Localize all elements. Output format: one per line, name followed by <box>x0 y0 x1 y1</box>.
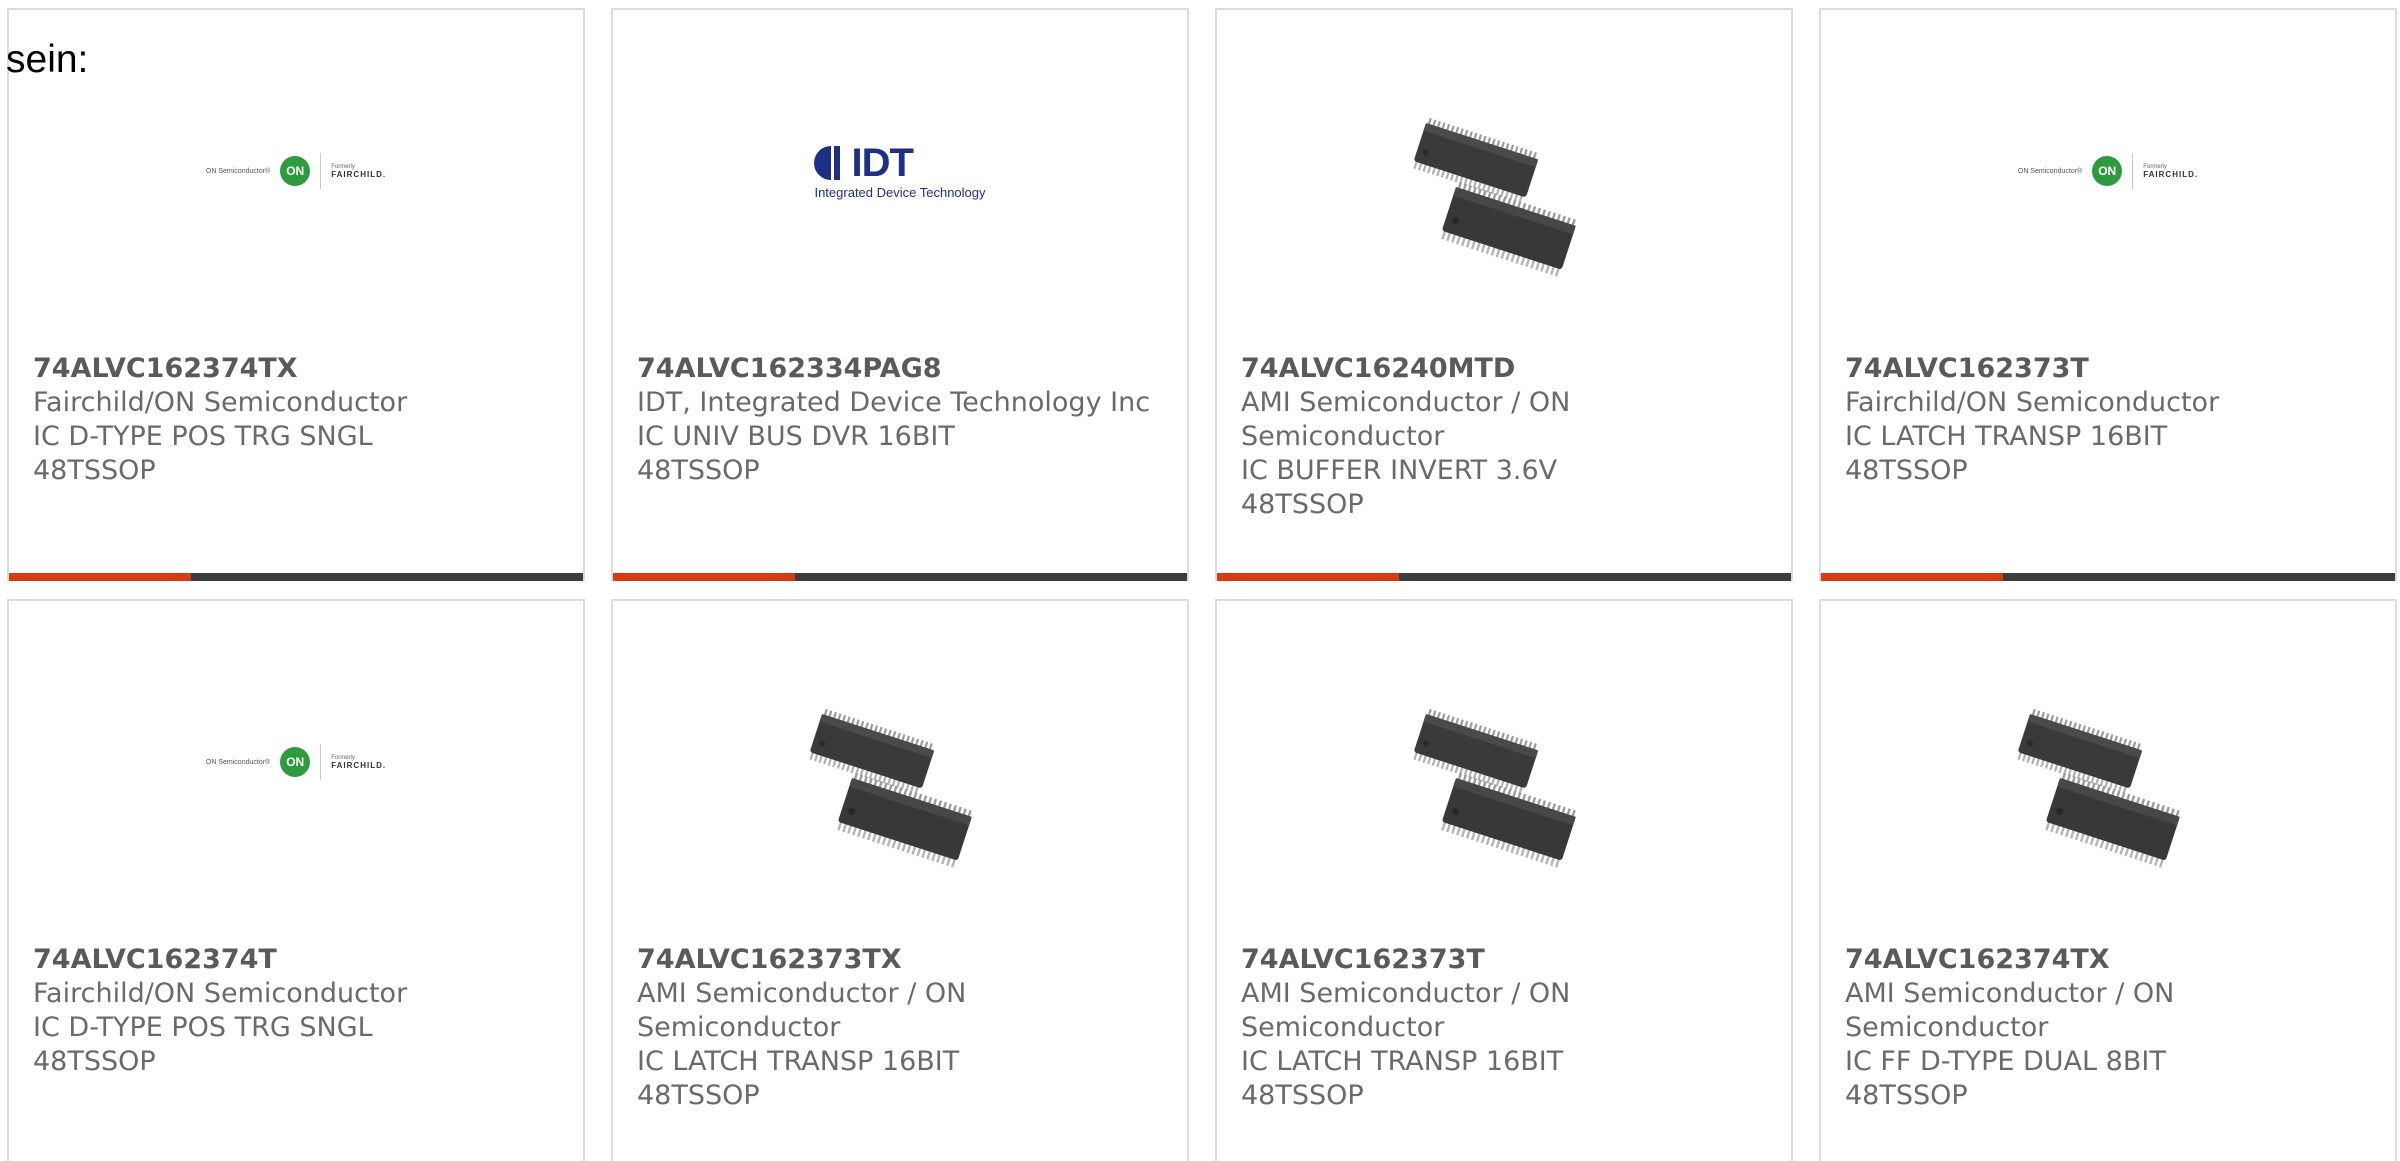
part-number[interactable]: 74ALVC162373TX <box>637 943 1163 977</box>
part-description: IC BUFFER INVERT 3.6V <box>1241 455 1558 486</box>
tssop-chip-photo <box>1217 669 1791 879</box>
logo-fairchild: FAIRCHILD. <box>331 169 387 179</box>
intro-text: sein: <box>6 38 89 81</box>
manufacturer-name: AMI Semiconductor / ON Semiconductor <box>1241 387 1571 452</box>
onsemi-fairchild-logo: ON Semiconductor® ON Formerly FAIRCHILD. <box>9 669 583 879</box>
card-accent-bar <box>1821 573 2003 581</box>
package-type: 48TSSOP <box>1241 489 1364 520</box>
part-description: IC D-TYPE POS TRG SNGL <box>33 1012 373 1043</box>
part-description: IC LATCH TRANSP 16BIT <box>1845 421 2168 452</box>
manufacturer-name: AMI Semiconductor / ON Semiconductor <box>637 978 967 1043</box>
package-type: 48TSSOP <box>33 455 156 486</box>
on-logo-icon: ON <box>280 747 311 777</box>
manufacturer-logo: ON Semiconductor® ON Formerly FAIRCHILD. <box>206 153 386 189</box>
tssop-chip-photo <box>1821 669 2395 879</box>
package-type: 48TSSOP <box>1845 1080 1968 1111</box>
card-details: 74ALVC162374TX Fairchild/ON Semiconductor… <box>33 352 559 488</box>
part-description: IC D-TYPE POS TRG SNGL <box>33 421 373 452</box>
card-bottom-bar <box>1217 573 1791 581</box>
on-logo-icon: ON <box>280 156 311 186</box>
card-details: 74ALVC162374T Fairchild/ON Semiconductor I… <box>33 943 559 1079</box>
manufacturer-name: Fairchild/ON Semiconductor <box>33 387 408 418</box>
card-bottom-bar <box>613 573 1187 581</box>
product-card[interactable]: 74ALVC162373T AMI Semiconductor / ON Semi… <box>1215 599 1793 1161</box>
product-card[interactable]: ON Semiconductor® ON Formerly FAIRCHILD. 74A… <box>1819 8 2397 581</box>
logo-divider <box>320 153 322 189</box>
part-description: IC LATCH TRANSP 16BIT <box>637 1046 960 1077</box>
card-bottom-bar <box>1821 573 2395 581</box>
chip-package-icon <box>809 708 972 868</box>
package-type: 48TSSOP <box>1845 455 1968 486</box>
product-card[interactable]: ON Semiconductor® ON Formerly FAIRCHILD. 74A… <box>7 8 585 581</box>
card-accent-bar <box>613 573 795 581</box>
idt-mark-icon <box>814 145 841 180</box>
part-description: IC LATCH TRANSP 16BIT <box>1241 1046 1564 1077</box>
chip-package-icon <box>1413 708 1576 868</box>
manufacturer-name: IDT, Integrated Device Technology Inc <box>637 387 1151 418</box>
card-accent-bar <box>1217 573 1399 581</box>
logo-divider <box>2132 153 2134 189</box>
product-card[interactable]: IDT Integrated Device Technology 74ALVC162… <box>611 8 1189 581</box>
manufacturer-logo: IDT Integrated Device Technology <box>814 140 986 200</box>
card-details: 74ALVC162334PAG8 IDT, Integrated Device T… <box>637 352 1163 488</box>
card-details: 74ALVC16240MTD AMI Semiconductor / ON Sem… <box>1241 352 1767 522</box>
onsemi-fairchild-logo: ON Semiconductor® ON Formerly FAIRCHILD. <box>1821 78 2395 288</box>
card-details: 74ALVC162374TX AMI Semiconductor / ON Sem… <box>1845 943 2371 1113</box>
manufacturer-name: Fairchild/ON Semiconductor <box>1845 387 2220 418</box>
manufacturer-name: AMI Semiconductor / ON Semiconductor <box>1845 978 2175 1043</box>
part-description: IC FF D-TYPE DUAL 8BIT <box>1845 1046 2166 1077</box>
logo-divider <box>320 744 322 780</box>
card-bottom-bar <box>9 573 583 581</box>
card-details: 74ALVC162373T AMI Semiconductor / ON Semi… <box>1241 943 1767 1113</box>
chip-package-icon <box>1413 117 1576 277</box>
chip-package-icon <box>2017 708 2180 868</box>
logo-fairchild: FAIRCHILD. <box>2143 169 2199 179</box>
logo-on-text: ON Semiconductor® <box>2017 167 2083 175</box>
idt-logo: IDT Integrated Device Technology <box>613 78 1187 288</box>
part-number[interactable]: 74ALVC162373T <box>1845 352 2371 386</box>
product-grid: ON Semiconductor® ON Formerly FAIRCHILD. 74A… <box>7 8 2397 1161</box>
card-details: 74ALVC162373TX AMI Semiconductor / ON Sem… <box>637 943 1163 1113</box>
on-logo-icon: ON <box>2092 156 2123 186</box>
part-number[interactable]: 74ALVC16240MTD <box>1241 352 1767 386</box>
package-type: 48TSSOP <box>33 1046 156 1077</box>
tssop-chip-photo <box>1217 78 1791 288</box>
part-number[interactable]: 74ALVC162373T <box>1241 943 1767 977</box>
product-card[interactable]: 74ALVC16240MTD AMI Semiconductor / ON Sem… <box>1215 8 1793 581</box>
onsemi-fairchild-logo: ON Semiconductor® ON Formerly FAIRCHILD. <box>9 78 583 288</box>
tssop-chip-photo <box>613 669 1187 879</box>
part-number[interactable]: 74ALVC162334PAG8 <box>637 352 1163 386</box>
fairchild-logo: Formerly FAIRCHILD. <box>331 755 386 770</box>
manufacturer-logo: ON Semiconductor® ON Formerly FAIRCHILD. <box>2018 153 2198 189</box>
part-number[interactable]: 74ALVC162374T <box>33 943 559 977</box>
product-card[interactable]: 74ALVC162374TX AMI Semiconductor / ON Sem… <box>1819 599 2397 1161</box>
manufacturer-name: AMI Semiconductor / ON Semiconductor <box>1241 978 1571 1043</box>
part-number[interactable]: 74ALVC162374TX <box>33 352 559 386</box>
fairchild-logo: Formerly FAIRCHILD. <box>331 164 386 179</box>
logo-idt-word: IDT <box>851 140 913 185</box>
part-number[interactable]: 74ALVC162374TX <box>1845 943 2371 977</box>
manufacturer-logo: ON Semiconductor® ON Formerly FAIRCHILD. <box>206 744 386 780</box>
package-type: 48TSSOP <box>637 1080 760 1111</box>
product-card[interactable]: ON Semiconductor® ON Formerly FAIRCHILD. 74A… <box>7 599 585 1161</box>
fairchild-logo: Formerly FAIRCHILD. <box>2143 164 2198 179</box>
package-type: 48TSSOP <box>637 455 760 486</box>
logo-on-text: ON Semiconductor® <box>205 167 271 175</box>
manufacturer-name: Fairchild/ON Semiconductor <box>33 978 408 1009</box>
logo-on-text: ON Semiconductor® <box>205 758 271 766</box>
logo-fairchild: FAIRCHILD. <box>331 760 387 770</box>
product-card[interactable]: 74ALVC162373TX AMI Semiconductor / ON Sem… <box>611 599 1189 1161</box>
card-details: 74ALVC162373T Fairchild/ON Semiconductor I… <box>1845 352 2371 488</box>
page: sein: ON Semiconductor® ON Formerly FAIRCHI… <box>0 0 2400 1161</box>
package-type: 48TSSOP <box>1241 1080 1364 1111</box>
logo-idt-sub: Integrated Device Technology <box>814 184 986 200</box>
card-accent-bar <box>9 573 191 581</box>
part-description: IC UNIV BUS DVR 16BIT <box>637 421 955 452</box>
